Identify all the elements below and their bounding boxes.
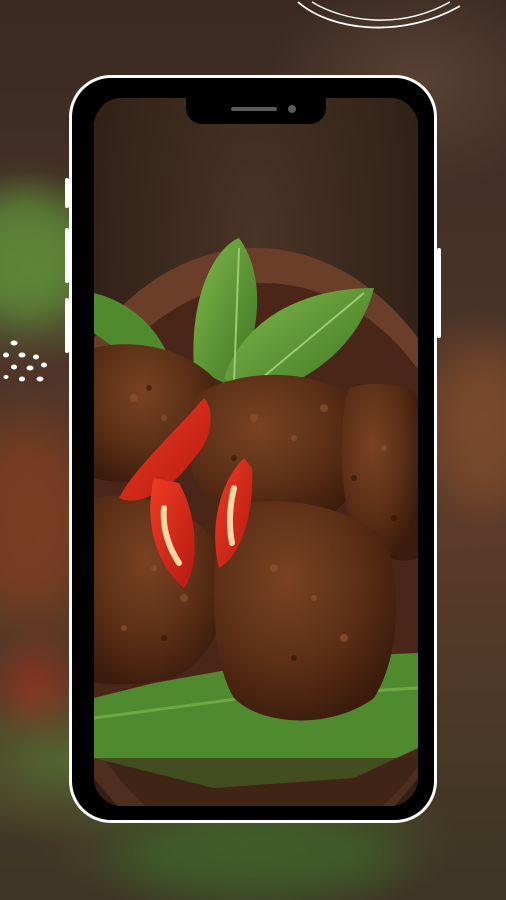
phone-side-button xyxy=(65,178,69,208)
phone-volume-down-button xyxy=(65,298,69,353)
scatter-dots-icon xyxy=(3,340,47,382)
phone-volume-up-button xyxy=(65,228,69,283)
phone-mockup xyxy=(65,75,441,823)
speaker-grille xyxy=(231,107,277,111)
front-camera-icon xyxy=(288,105,296,113)
food-photo-rendang-icon xyxy=(94,98,418,806)
curved-lines-icon xyxy=(297,1,461,29)
phone-power-button xyxy=(437,248,441,338)
phone-screen xyxy=(94,98,418,806)
phone-notch xyxy=(186,98,326,124)
